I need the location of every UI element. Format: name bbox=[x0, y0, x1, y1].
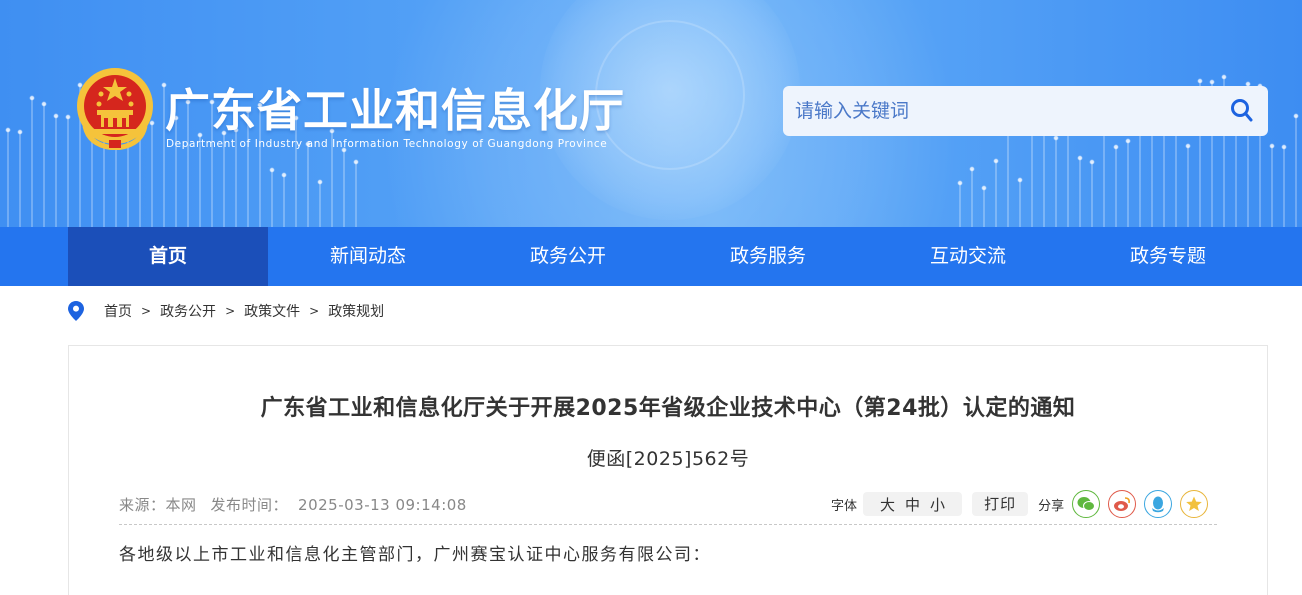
font-size-large[interactable]: 大 bbox=[880, 494, 895, 515]
search-icon[interactable] bbox=[1230, 98, 1254, 124]
nav-item-news[interactable]: 新闻动态 bbox=[268, 227, 468, 286]
national-emblem-icon bbox=[77, 68, 153, 150]
font-size-medium[interactable]: 中 bbox=[905, 494, 920, 515]
breadcrumb-separator: > bbox=[225, 304, 236, 318]
article-source: 来源：本网 bbox=[119, 496, 197, 514]
breadcrumb-item-government-affairs[interactable]: 政务公开 bbox=[160, 301, 216, 321]
article-card: 广东省工业和信息化厅关于开展2025年省级企业技术中心（第24批）认定的通知 便… bbox=[68, 345, 1268, 595]
breadcrumb-item-policy-documents[interactable]: 政策文件 bbox=[244, 301, 300, 321]
nav-item-home[interactable]: 首页 bbox=[68, 227, 268, 286]
site-subtitle: Department of Industry and Information T… bbox=[166, 138, 608, 150]
print-button[interactable]: 打印 bbox=[972, 492, 1029, 516]
font-size-switcher: 大 中 小 bbox=[863, 492, 963, 516]
favorite-star-icon[interactable] bbox=[1180, 490, 1209, 518]
share-label: 分享 bbox=[1038, 498, 1065, 514]
article-tools: 字体 大 中 小 打印 分享 bbox=[831, 490, 1209, 518]
breadcrumb-separator: > bbox=[309, 304, 320, 318]
article-meta: 来源：本网 发布时间： 2025-03-13 09:14:08 bbox=[119, 494, 481, 515]
document-number: 便函[2025]562号 bbox=[586, 448, 750, 470]
search-input[interactable] bbox=[795, 98, 1215, 124]
nav-item-interaction[interactable]: 互动交流 bbox=[868, 227, 1068, 286]
breadcrumb-item-policy-planning[interactable]: 政策规划 bbox=[328, 301, 384, 321]
weibo-icon[interactable] bbox=[1108, 490, 1137, 518]
qq-icon[interactable] bbox=[1144, 490, 1173, 518]
breadcrumb-item-home[interactable]: 首页 bbox=[104, 301, 132, 321]
font-size-small[interactable]: 小 bbox=[930, 494, 945, 515]
search-box bbox=[783, 86, 1268, 136]
main-nav: 首页 新闻动态 政务公开 政务服务 互动交流 政务专题 bbox=[0, 227, 1302, 286]
article-title: 广东省工业和信息化厅关于开展2025年省级企业技术中心（第24批）认定的通知 bbox=[260, 396, 1076, 421]
nav-item-government-services[interactable]: 政务服务 bbox=[668, 227, 868, 286]
site-title[interactable]: 广东省工业和信息化厅 bbox=[165, 74, 625, 139]
header-banner: 广东省工业和信息化厅 Department of Industry and In… bbox=[0, 0, 1302, 227]
article-salutation: 各地级以上市工业和信息化主管部门，广州赛宝认证中心服务有限公司： bbox=[119, 545, 711, 565]
font-size-label: 字体 bbox=[831, 498, 858, 514]
wechat-icon[interactable] bbox=[1072, 490, 1101, 518]
meta-divider bbox=[119, 524, 1217, 525]
breadcrumb: 首页 > 政务公开 > 政策文件 > 政策规划 bbox=[68, 300, 384, 322]
publish-time-label: 发布时间： bbox=[210, 496, 289, 514]
nav-item-special-topics[interactable]: 政务专题 bbox=[1068, 227, 1268, 286]
publish-time: 2025-03-13 09:14:08 bbox=[298, 496, 467, 514]
nav-item-government-affairs[interactable]: 政务公开 bbox=[468, 227, 668, 286]
location-pin-icon bbox=[68, 301, 84, 321]
breadcrumb-separator: > bbox=[141, 304, 152, 318]
